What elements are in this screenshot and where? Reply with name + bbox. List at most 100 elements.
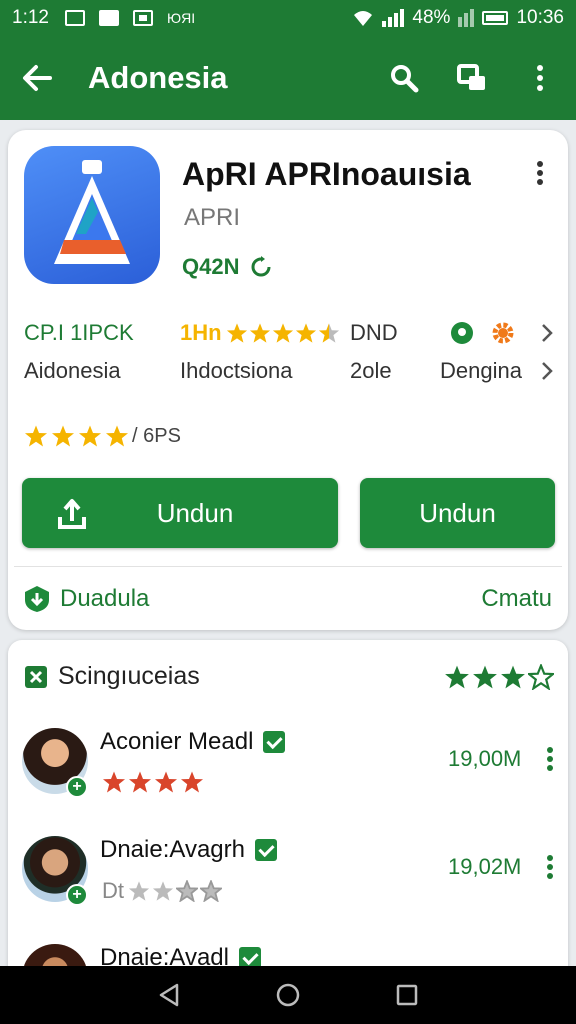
chevron-right-icon[interactable] [540, 322, 554, 344]
star-icon [200, 880, 222, 902]
share-button[interactable] [456, 62, 488, 94]
status-bar: 1:12 ЮЯI 48% 10:36 [0, 0, 576, 36]
stat-label: 2ole [350, 358, 392, 383]
chevron-right-icon[interactable] [540, 360, 554, 382]
strip-right-label[interactable]: Cmatu [481, 585, 552, 613]
shield-download-icon [25, 585, 49, 612]
star-icon [176, 880, 198, 902]
star-icon [295, 323, 316, 343]
refresh-icon [252, 256, 271, 277]
reviewer-name-row: Dnaie:Avagrh [100, 836, 277, 864]
verified-icon [254, 839, 277, 861]
status-time-left: 1:12 [12, 7, 49, 28]
star-icon [128, 881, 150, 901]
more-vert-icon[interactable] [532, 160, 548, 186]
info-strip[interactable]: Duadula Cmatu [14, 566, 562, 630]
stat-downloads[interactable]: CP.I 1IPCK Aidonesia [24, 318, 134, 384]
more-vert-icon[interactable] [546, 854, 554, 880]
nav-back-icon[interactable] [157, 982, 181, 1008]
more-vert-icon[interactable] [546, 746, 554, 772]
verified-icon [263, 731, 286, 753]
rating-stars [24, 424, 129, 448]
add-icon: + [66, 776, 88, 798]
star-icon [272, 323, 293, 343]
stat-value-rating: 1Hn [180, 318, 340, 348]
rating-count: / 6PS [132, 424, 181, 447]
nav-recents-icon[interactable] [395, 983, 419, 1007]
star-icon [106, 425, 128, 447]
star-icon [473, 665, 497, 689]
star-icon [249, 323, 270, 343]
signal-icon [382, 9, 405, 27]
add-icon: + [66, 884, 88, 906]
wifi-icon [354, 11, 373, 26]
stat-age[interactable]: DND 2ole [350, 318, 398, 384]
star-icon [445, 665, 469, 689]
stat-category-icons [440, 318, 522, 348]
signal-icon [458, 9, 475, 27]
stat-value: 1Hn [180, 320, 222, 345]
star-icon [152, 881, 174, 901]
notification-icon [98, 10, 119, 26]
review-date: 19,00M [448, 746, 522, 771]
stat-label: Aidonesia [24, 358, 121, 383]
stat-rating[interactable]: 1Hn Ihdoctsiona [180, 318, 340, 384]
review-date: 19,02M [448, 854, 522, 879]
review-stars [102, 770, 204, 794]
stat-stars [226, 322, 340, 344]
app-bar: Adonesia [0, 36, 576, 120]
star-icon [181, 771, 203, 793]
star-icon [226, 323, 247, 343]
avatar: + [22, 728, 88, 798]
app-icon [24, 146, 160, 284]
app-detail-card: ApRI APRInoauısia APRI Q42N CP.I 1IPCK A… [8, 130, 568, 630]
stat-category[interactable]: Dengina [440, 318, 522, 384]
stat-value: CP.I 1IPCK [24, 320, 134, 345]
stat-label: Dengina [440, 358, 522, 383]
install-button-label: Undun [156, 497, 234, 528]
star-icon [318, 323, 339, 343]
star-icon [79, 425, 101, 447]
rating-summary: / 6PS [24, 424, 181, 448]
app-bar-title: Adonesia [88, 60, 228, 95]
close-box-icon [25, 665, 47, 688]
star-icon [155, 771, 177, 793]
reviewer-name: Aconier Meadl [100, 728, 254, 755]
review-item[interactable]: + Aconier Meadl 19,00M [20, 728, 556, 818]
install-button[interactable]: Undun [22, 478, 338, 548]
stat-label: Ihdoctsiona [180, 358, 293, 383]
search-button[interactable] [388, 62, 420, 94]
nav-home-icon[interactable] [275, 982, 301, 1008]
star-icon [501, 665, 525, 689]
overflow-menu-button[interactable] [524, 62, 556, 94]
battery-icon [482, 11, 509, 25]
review-item[interactable]: + Dnaie:Avagrh Dt 19,02M [20, 836, 556, 926]
carrier-label: ЮЯI [166, 10, 196, 26]
app-developer[interactable]: APRI [184, 204, 240, 232]
secondary-button-label: Undun [419, 497, 496, 528]
app-size: Q42N [182, 254, 273, 280]
app-size-value: Q42N [182, 254, 240, 279]
location-icon [451, 322, 473, 344]
cast-icon [457, 64, 485, 90]
reviews-card: Scingıuceias + Aconier Meadl 19,00M + Dn… [8, 640, 568, 970]
reviews-header-stars [444, 664, 554, 690]
secondary-install-button[interactable]: Undun [360, 478, 555, 548]
star-icon [129, 771, 151, 793]
review-stars: Dt [102, 878, 222, 904]
star-icon [25, 425, 47, 447]
reviews-title: Scingıuceias [58, 662, 200, 690]
status-time-right: 10:36 [516, 7, 564, 28]
app-name: ApRI APRInoauısia [182, 156, 471, 192]
reviewer-name: Dnaie:Avagrh [100, 836, 245, 863]
star-icon [52, 425, 74, 447]
stats-row: CP.I 1IPCK Aidonesia 1Hn Ihdoctsiona DND… [24, 318, 554, 384]
download-icon [58, 499, 86, 529]
notification-icon [64, 10, 85, 26]
star-icon [528, 664, 554, 690]
back-arrow-icon[interactable] [20, 61, 54, 95]
system-nav-bar [0, 966, 576, 1024]
more-vert-icon [537, 65, 543, 91]
search-icon [391, 65, 419, 93]
reviews-header: Scingıuceias [24, 662, 200, 691]
